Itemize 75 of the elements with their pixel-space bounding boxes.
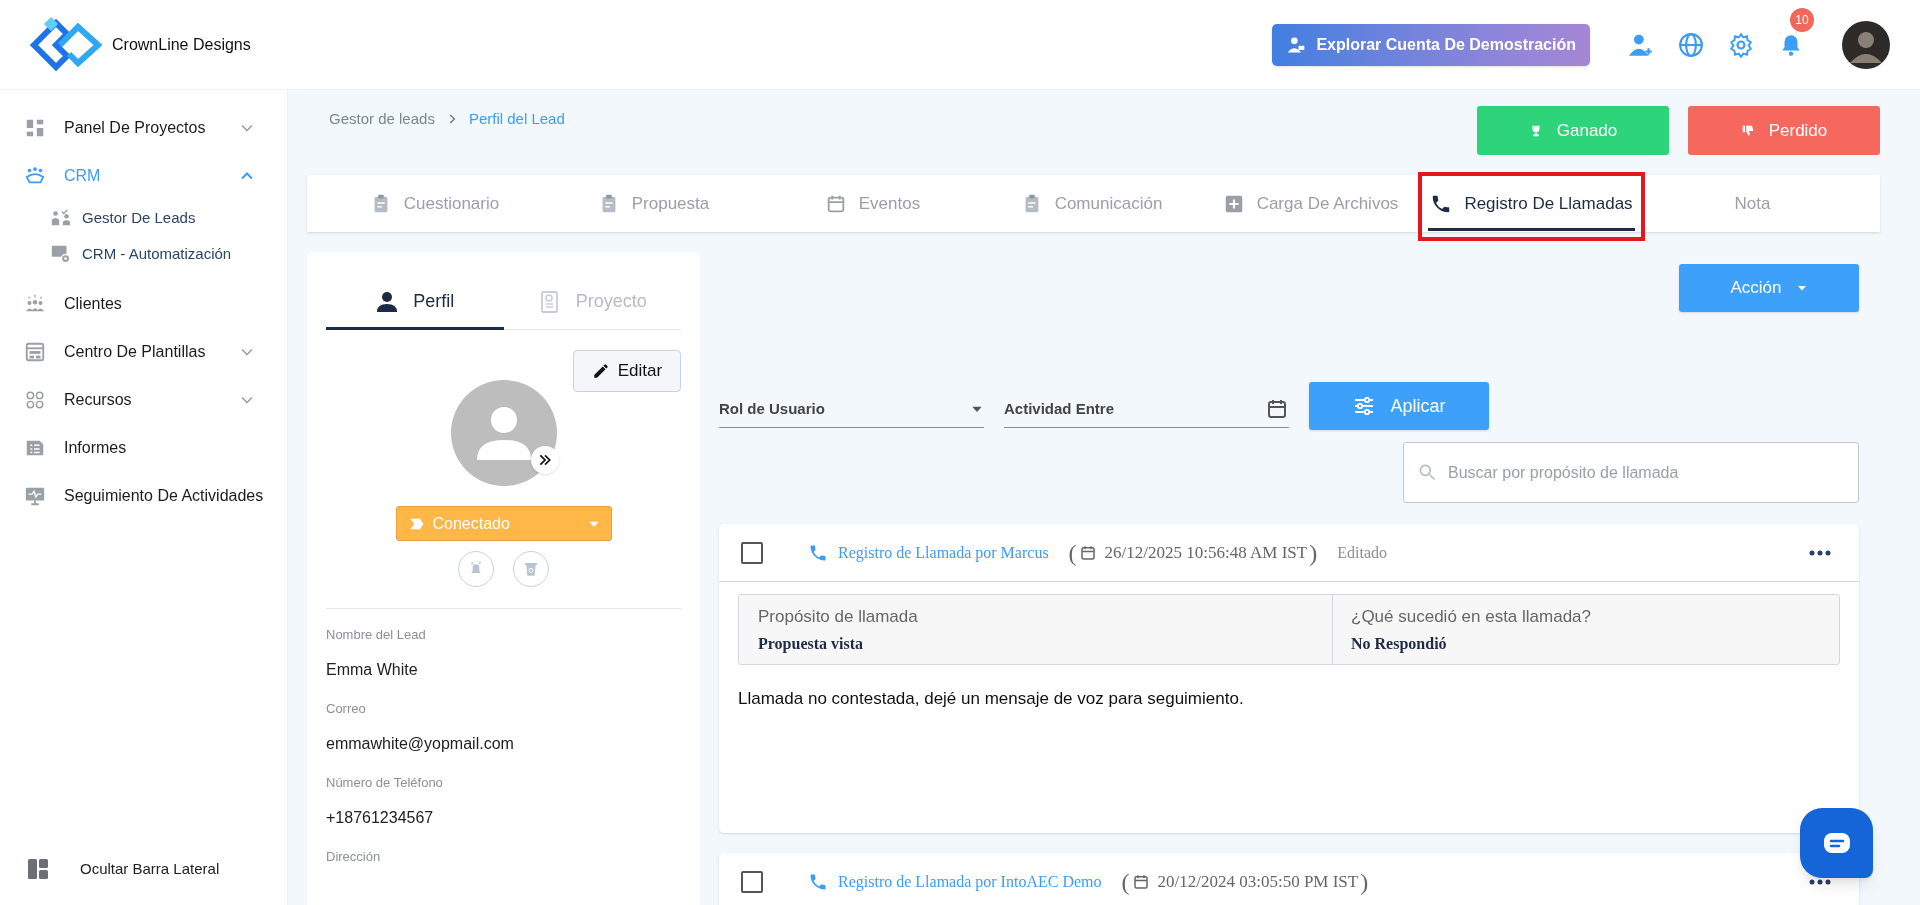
date-bracket: ( <box>1068 540 1077 565</box>
hide-sidebar-button[interactable]: Ocultar Barra Lateral <box>0 845 287 893</box>
field-label: Nombre del Lead <box>326 626 427 644</box>
sidebar-item[interactable]: Panel De Proyectos <box>0 104 287 152</box>
outcome-label: ¿Qué sucedió en esta llamada? <box>1351 606 1593 628</box>
date-bracket: ) <box>1309 540 1318 565</box>
chat-button[interactable] <box>1800 808 1873 878</box>
sidebar-item[interactable]: Seguimiento De Actividades <box>0 472 287 520</box>
field-value: +18761234567 <box>326 808 435 828</box>
apply-button[interactable]: Aplicar <box>1309 382 1489 430</box>
call-log-title[interactable]: Registro de Llamada por Marcus <box>838 540 1049 565</box>
sidebar-subitem[interactable]: CRM - Automatización <box>0 236 287 272</box>
grid-icon <box>24 117 46 139</box>
resources-icon <box>24 389 46 411</box>
sidebar-subitem[interactable]: Gestor De Leads <box>0 200 287 236</box>
profile-tab[interactable]: Proyecto <box>503 274 681 329</box>
tab[interactable]: Propuesta <box>544 175 763 232</box>
edited-label: Editado <box>1337 542 1387 563</box>
settings-icon[interactable] <box>1728 31 1754 58</box>
calendar-icon <box>1078 543 1097 562</box>
brand-name: CrownLine Designs <box>112 34 251 55</box>
profile-tab[interactable]: Perfil <box>326 274 504 329</box>
demo-account-button[interactable]: Explorar Cuenta De Demostración <box>1272 23 1590 66</box>
outcome-value: No Respondió <box>1351 633 1448 655</box>
field-label: Dirección <box>326 848 382 866</box>
layout-icon <box>26 857 50 881</box>
breadcrumb-link[interactable]: Gestor de leads <box>329 108 435 131</box>
purpose-label: Propósito de llamada <box>758 606 919 628</box>
chat-bubble-icon <box>1821 831 1852 855</box>
globe-icon[interactable] <box>1678 31 1704 58</box>
more-icon[interactable] <box>1809 548 1831 557</box>
tab[interactable]: Nota <box>1643 175 1862 232</box>
field-value: emmawhite@yopmail.com <box>326 734 515 754</box>
calendar-icon <box>1265 397 1289 421</box>
sidebar-item[interactable]: Centro De Plantillas <box>0 328 287 376</box>
sidebar-item[interactable]: Informes <box>0 424 287 472</box>
avatar[interactable] <box>1842 20 1890 69</box>
tab[interactable]: Eventos <box>763 175 982 232</box>
checkbox[interactable] <box>741 870 763 893</box>
checkbox[interactable] <box>741 541 763 564</box>
tab[interactable]: Registro De Llamadas <box>1418 172 1645 241</box>
tab[interactable]: Cuestionario <box>325 175 544 232</box>
sidebar-item[interactable]: Recursos <box>0 376 287 424</box>
tab[interactable]: Carga De Archivos <box>1201 175 1420 232</box>
calendar-icon <box>1131 872 1150 891</box>
person-icon <box>375 289 400 314</box>
sidebar-item[interactable]: CRM <box>0 152 287 200</box>
search-icon <box>1417 462 1437 482</box>
template-icon <box>24 341 46 363</box>
won-button[interactable]: Ganado <box>1477 106 1669 155</box>
search-field[interactable]: Buscar por propósito de llamada <box>1403 442 1859 503</box>
call-log-title[interactable]: Registro de Llamada por IntoAEC Demo <box>838 869 1102 894</box>
sidebar-item[interactable]: Clientes <box>0 280 287 328</box>
field-label: Correo <box>326 700 367 718</box>
date-range-field[interactable]: Actividad Entre <box>1004 391 1289 428</box>
call-date: 20/12/2024 03:05:50 PM IST <box>1157 870 1359 893</box>
breadcrumb-link[interactable]: Perfil del Lead <box>468 108 565 131</box>
logo-icon <box>30 16 102 73</box>
action-button[interactable]: Acción <box>1679 264 1859 312</box>
date-bracket: ( <box>1121 869 1130 894</box>
field-label: Número de Teléfono <box>326 774 444 792</box>
gear-screen-icon <box>50 243 72 265</box>
edit-button[interactable]: Editar <box>573 350 681 392</box>
thumbs-down-icon <box>1740 123 1755 138</box>
tab[interactable]: Comunicación <box>982 175 1201 232</box>
role-select[interactable]: Rol de Usuario <box>719 391 984 428</box>
monitor-icon <box>24 485 46 507</box>
date-bracket: ) <box>1360 869 1369 894</box>
field-value: Emma White <box>326 660 419 680</box>
notification-badge: 10 <box>1790 7 1814 32</box>
purpose-value: Propuesta vista <box>758 633 865 655</box>
lost-button[interactable]: Perdido <box>1688 106 1880 155</box>
pencil-icon <box>591 362 610 380</box>
call-note: Llamada no contestada, dejé un mensaje de voz para seguimiento. <box>738 688 1245 710</box>
call-date: 26/12/2025 10:56:48 AM IST <box>1104 541 1308 564</box>
